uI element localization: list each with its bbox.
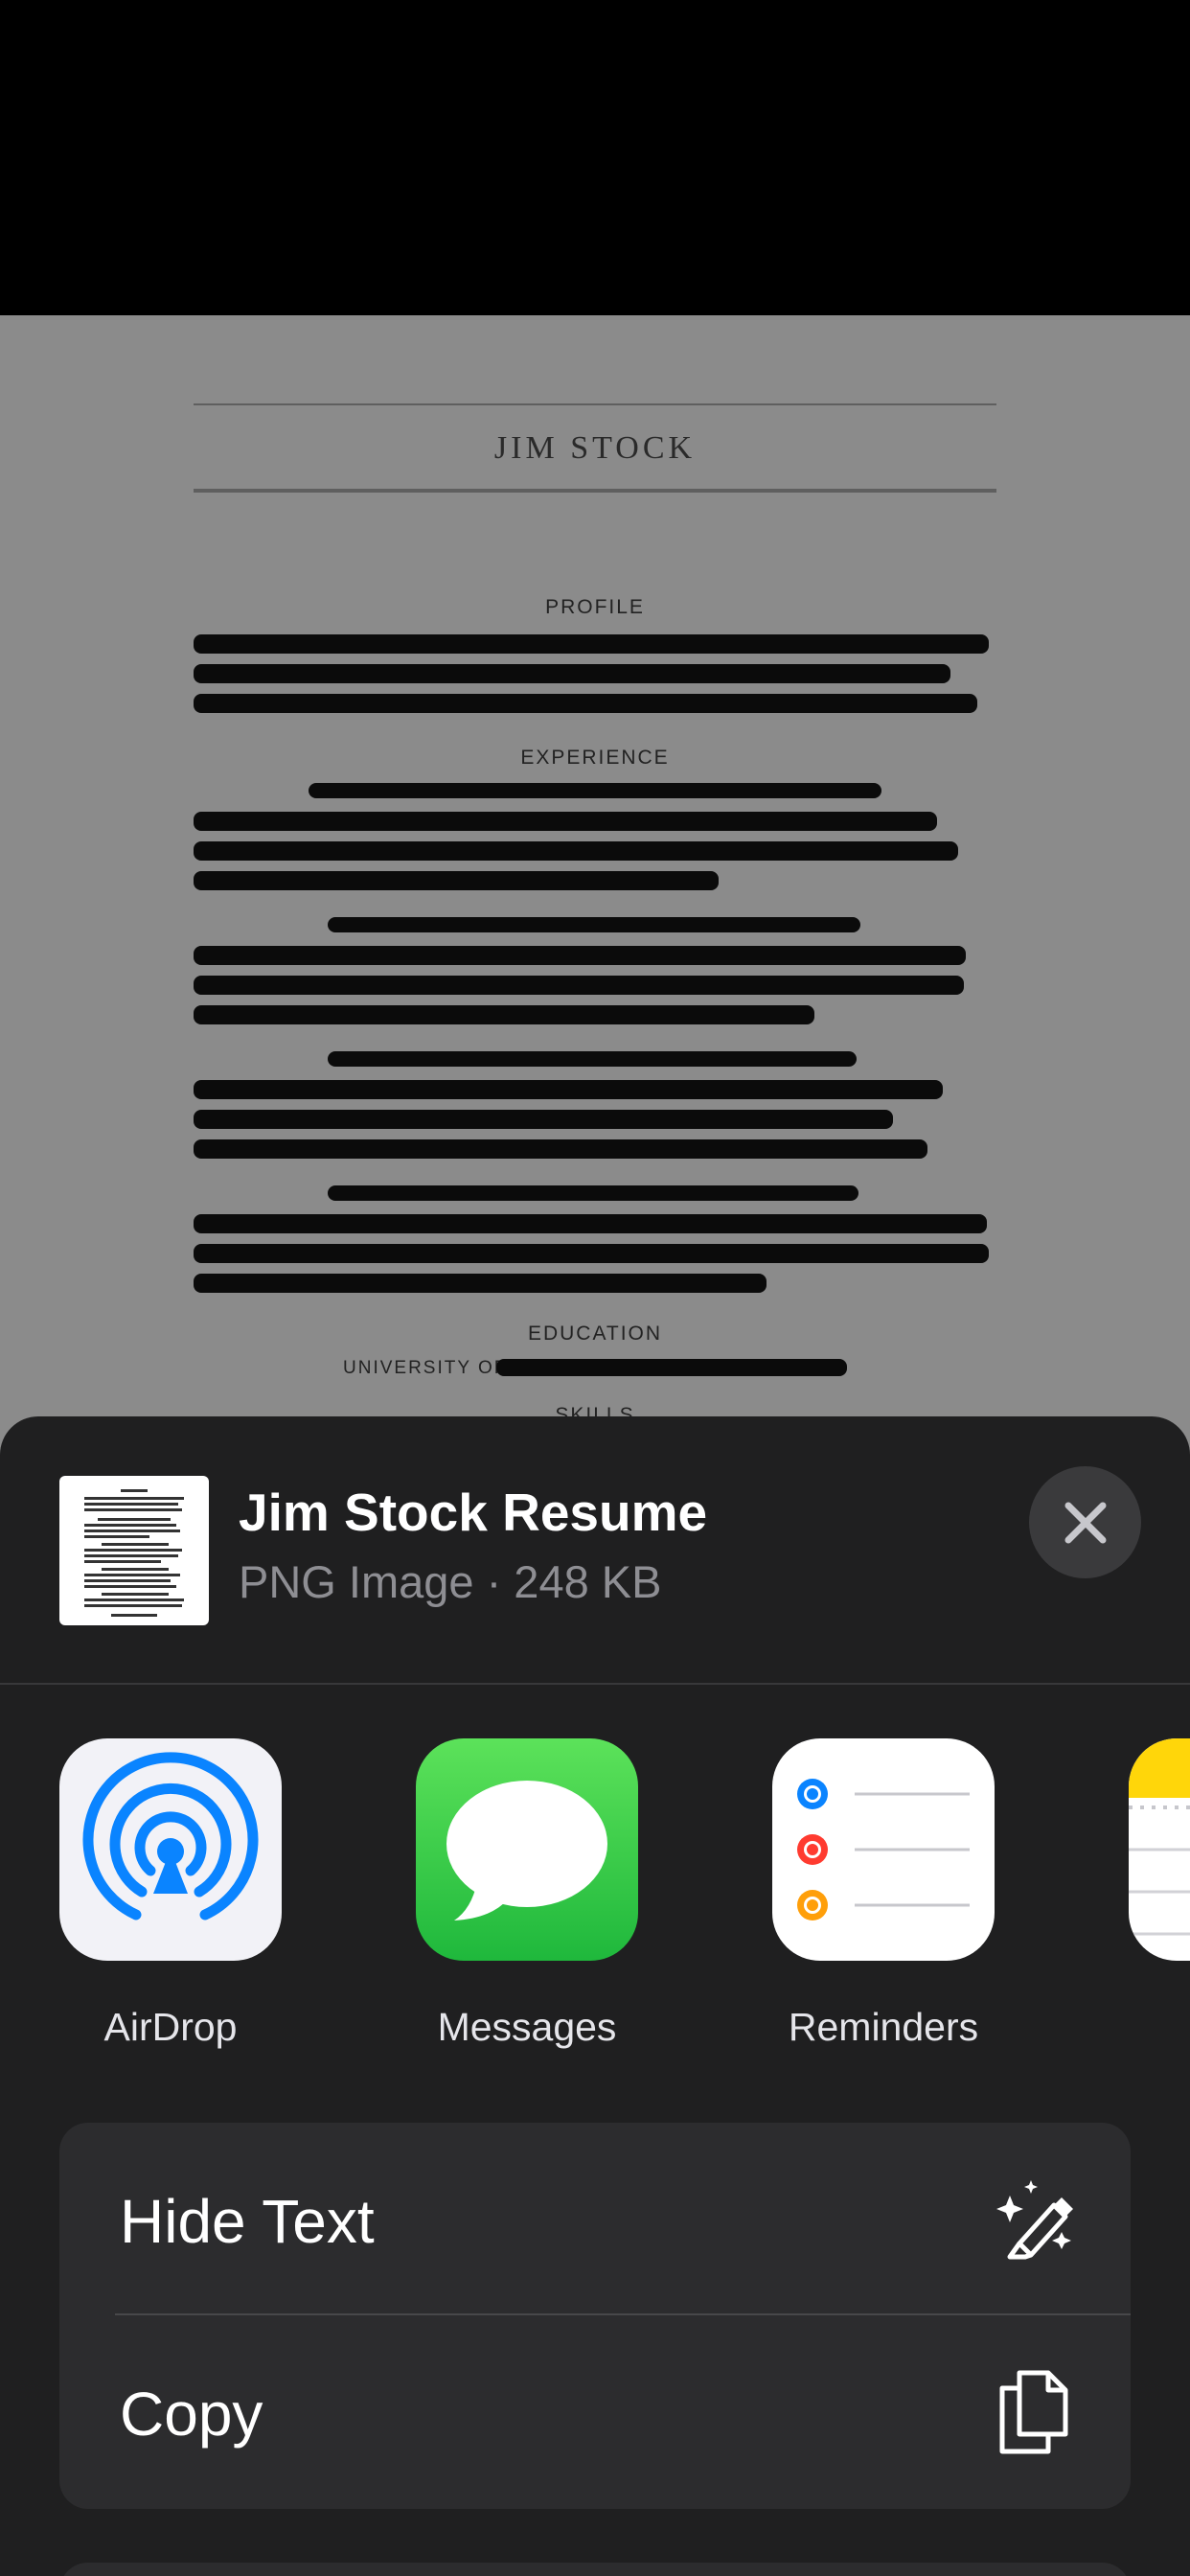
- redaction-bar: [194, 1244, 989, 1263]
- redaction-bar: [194, 694, 977, 713]
- redaction-bar: [194, 1274, 767, 1293]
- copy-action[interactable]: Copy: [59, 2315, 1131, 2505]
- redaction-bar: [194, 1080, 943, 1099]
- section-profile: PROFILE: [545, 596, 645, 618]
- university-label: UNIVERSITY OF: [343, 1358, 508, 1378]
- share-sheet: Jim Stock Resume PNG Image · 248 KB AirD…: [0, 1416, 1190, 2576]
- messages-icon: [446, 1781, 607, 1920]
- reminders-icon: [797, 1779, 970, 1920]
- redaction-bar: [194, 1214, 987, 1233]
- hide-text-action[interactable]: Hide Text: [59, 2123, 1131, 2312]
- file-subtitle: PNG Image · 248 KB: [239, 1556, 662, 1607]
- redaction-bar: [328, 917, 860, 932]
- resume-name: JIM STOCK: [493, 430, 697, 466]
- preview-top-bar: [0, 0, 1190, 315]
- copy-icon: [999, 2370, 1068, 2454]
- redaction-bar: [328, 1051, 857, 1067]
- redaction-bar: [328, 1185, 858, 1201]
- redaction-bar: [194, 871, 719, 890]
- close-icon: [1064, 1502, 1106, 1543]
- more-actions-card: [59, 2563, 1131, 2576]
- section-experience: EXPERIENCE: [520, 747, 670, 769]
- redaction-bar: [194, 946, 966, 965]
- messages-app-button[interactable]: [416, 1738, 638, 1961]
- airdrop-icon: [82, 1752, 259, 1920]
- highlighter-sparkle-icon: [996, 2180, 1073, 2260]
- app-label-airdrop: AirDrop: [103, 2005, 238, 2049]
- app-label-messages: Messages: [437, 2005, 617, 2049]
- header-rule-bottom: [194, 489, 996, 493]
- header-rule-top: [194, 403, 996, 405]
- airdrop-app-button[interactable]: [59, 1738, 282, 1961]
- redaction-bar: [194, 634, 989, 654]
- actions-card: Hide Text Copy: [59, 2123, 1131, 2509]
- reminders-app-button[interactable]: [772, 1738, 995, 1961]
- copy-label: Copy: [120, 2380, 263, 2449]
- redaction-bar: [194, 1005, 814, 1024]
- app-label-reminders: Reminders: [788, 2005, 979, 2049]
- redaction-bar: [309, 783, 881, 798]
- file-title: Jim Stock Resume: [239, 1483, 708, 1542]
- close-button[interactable]: [1029, 1466, 1141, 1578]
- redaction-bar: [194, 976, 964, 995]
- image-preview[interactable]: JIM STOCK PROFILE EXPERIENCE EDUCATION U…: [0, 315, 1190, 1465]
- notes-app-button[interactable]: [1129, 1738, 1190, 1961]
- redaction-bar: [194, 812, 937, 831]
- notes-icon: [1129, 1738, 1190, 1936]
- redaction-bar: [194, 1139, 927, 1159]
- redaction-bar: [194, 841, 958, 861]
- header-divider: [0, 1683, 1190, 1685]
- redaction-bar: [194, 1110, 893, 1129]
- section-education: EDUCATION: [527, 1322, 663, 1345]
- redaction-bar: [194, 664, 950, 683]
- file-thumbnail: [59, 1476, 209, 1625]
- hide-text-label: Hide Text: [120, 2187, 375, 2256]
- redaction-bar: [496, 1359, 847, 1376]
